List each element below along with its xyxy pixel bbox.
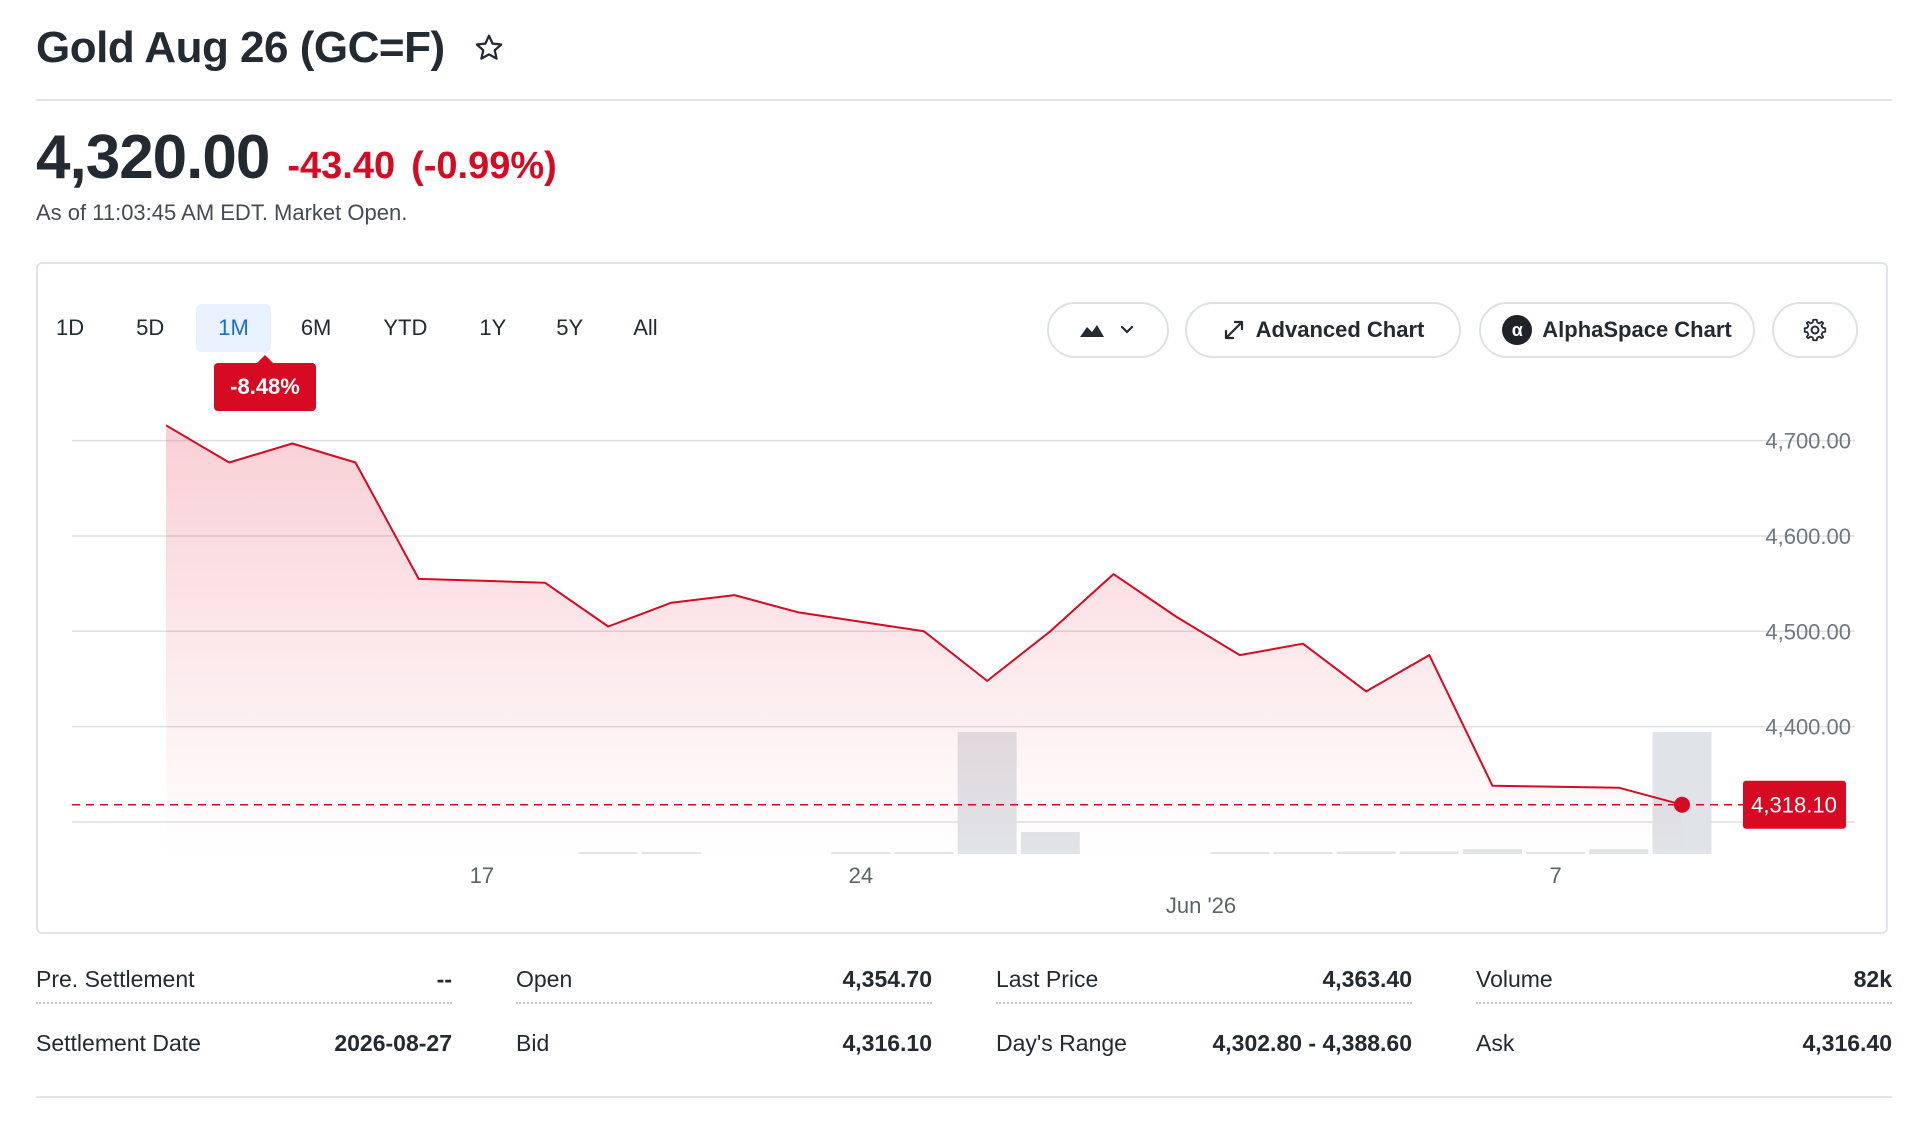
stat-label: Pre. Settlement — [36, 965, 195, 992]
y-axis-tick-label: 4,700.00 — [1765, 429, 1851, 454]
stat-value: -- — [436, 965, 452, 992]
y-axis-tick-label: 4,600.00 — [1765, 524, 1851, 549]
current-price-label: 4,318.10 — [1751, 793, 1837, 818]
stat-days-range: Day's Range 4,302.80 - 4,388.60 — [996, 1020, 1412, 1066]
stat-value: 2026-08-27 — [334, 1029, 452, 1056]
stat-value: 4,354.70 — [842, 965, 932, 992]
stat-label: Day's Range — [996, 1029, 1127, 1056]
stat-label: Bid — [516, 1029, 550, 1056]
stat-label: Last Price — [996, 965, 1099, 992]
x-axis-tick-label: 7 — [1550, 863, 1562, 888]
stat-label: Open — [516, 965, 573, 992]
stat-value: 82k — [1853, 965, 1892, 992]
stat-last-price: Last Price 4,363.40 — [996, 956, 1412, 1004]
footer-divider — [36, 1096, 1892, 1098]
y-axis-tick-label: 4,500.00 — [1765, 619, 1851, 644]
stat-bid: Bid 4,316.10 — [516, 1020, 932, 1066]
price-area — [166, 425, 1682, 854]
x-axis-month-label: Jun '26 — [1166, 893, 1236, 918]
stat-label: Ask — [1476, 1029, 1515, 1056]
stat-pre-settlement: Pre. Settlement -- — [36, 956, 452, 1004]
current-price-marker — [1674, 796, 1690, 813]
stat-value: 4,302.80 - 4,388.60 — [1212, 1029, 1413, 1056]
stat-value: 4,316.10 — [842, 1029, 932, 1056]
stat-value: 4,316.40 — [1802, 1029, 1892, 1056]
stat-settlement-date: Settlement Date 2026-08-27 — [36, 1020, 452, 1066]
x-axis-tick-label: 24 — [849, 863, 873, 888]
stat-value: 4,363.40 — [1322, 965, 1412, 992]
x-axis-tick-label: 17 — [470, 863, 494, 888]
y-axis-tick-label: 4,400.00 — [1765, 715, 1851, 740]
quote-page: Gold Aug 26 (GC=F) 4,320.00 -43.40 (-0.9… — [0, 0, 1918, 1126]
stat-open: Open 4,354.70 — [516, 956, 932, 1004]
stat-label: Volume — [1476, 965, 1553, 992]
stat-volume: Volume 82k — [1476, 956, 1892, 1004]
stat-ask: Ask 4,316.40 — [1476, 1020, 1892, 1066]
stat-label: Settlement Date — [36, 1029, 201, 1056]
